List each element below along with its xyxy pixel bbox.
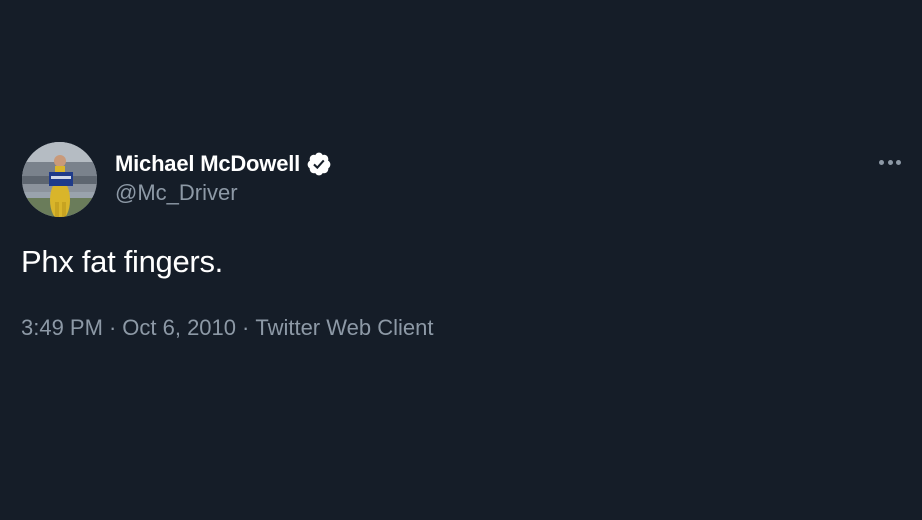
name-row: Michael McDowell — [115, 149, 332, 179]
tweet-meta: 3:49 PM · Oct 6, 2010 · Twitter Web Client — [21, 315, 433, 341]
tweet-date[interactable]: Oct 6, 2010 — [122, 315, 236, 340]
meta-separator: · — [108, 315, 117, 340]
tweet-source[interactable]: Twitter Web Client — [255, 315, 433, 340]
tweet-card: Michael McDowell @Mc_Driver Phx fat fing… — [0, 0, 922, 520]
more-options-icon[interactable] — [875, 152, 905, 172]
display-name[interactable]: Michael McDowell — [115, 151, 300, 177]
tweet-text: Phx fat fingers. — [21, 244, 223, 279]
user-handle[interactable]: @Mc_Driver — [115, 180, 332, 206]
avatar[interactable] — [22, 142, 97, 217]
tweet-time[interactable]: 3:49 PM — [21, 315, 103, 340]
avatar-photo-icon — [22, 142, 97, 217]
author-block: Michael McDowell @Mc_Driver — [115, 149, 332, 206]
verified-badge-icon — [306, 151, 332, 177]
meta-separator: · — [242, 315, 250, 340]
